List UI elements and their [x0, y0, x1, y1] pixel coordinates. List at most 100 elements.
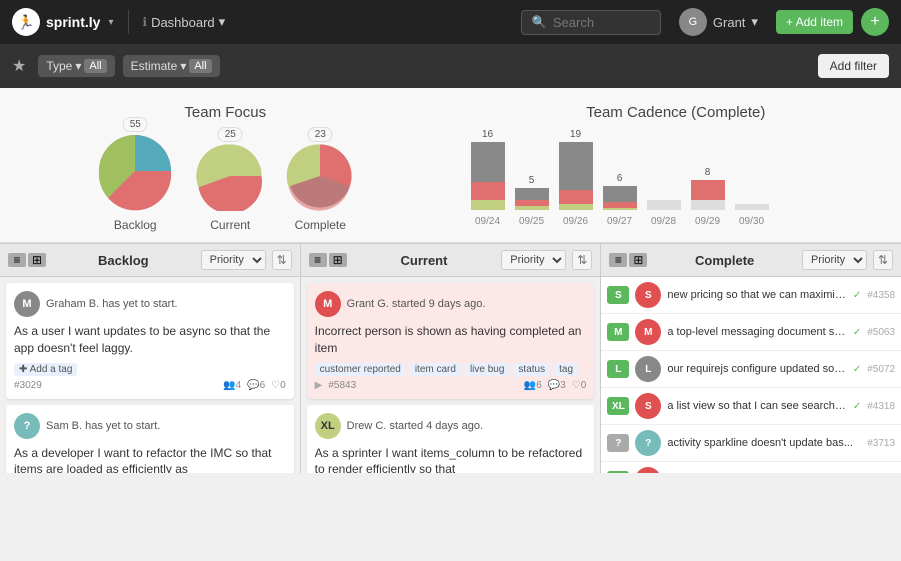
complete-title: Complete	[653, 253, 796, 268]
backlog-body: M Graham B. has yet to start. As a user …	[0, 277, 300, 473]
collaborators: 👥6	[524, 380, 542, 391]
avatar: M	[14, 291, 40, 317]
type-label: Type	[46, 59, 72, 73]
card-body: As a developer I want to refactor the IM…	[14, 445, 286, 473]
team-focus-title: Team Focus	[20, 104, 431, 121]
type-filter[interactable]: Type ▾ All	[38, 55, 114, 77]
card-header: M Graham B. has yet to start.	[14, 291, 286, 317]
filter-bar: ★ Type ▾ All Estimate ▾ All Add filter	[0, 44, 901, 88]
avatar: G	[679, 8, 707, 36]
comments: 💬3	[548, 380, 566, 391]
card-tags: ✚ Add a tag	[14, 363, 286, 376]
complete-column: ≡ ⊞ Complete Priority ⇅ S S new pricing …	[601, 244, 901, 473]
add-item-button[interactable]: + Add item	[776, 10, 853, 34]
user-caret: ▾	[751, 14, 758, 30]
list-item[interactable]: M M a top-level messaging document so...…	[601, 314, 901, 351]
card-id: #3029	[14, 380, 42, 391]
avatar: M	[315, 291, 341, 317]
backlog-column: ≡ ⊞ Backlog Priority ⇅ M Graham B. has y…	[0, 244, 301, 473]
dashboard-label: Dashboard	[151, 15, 215, 30]
table-row[interactable]: ? Sam B. has yet to start. As a develope…	[6, 405, 294, 473]
table-row[interactable]: XL Drew C. started 4 days ago. As a spri…	[307, 405, 595, 473]
list-item[interactable]: S S Review Ian Eure podcast ✓ #5341	[601, 462, 901, 473]
tag[interactable]: item card	[410, 363, 461, 376]
team-focus-chart: Team Focus 55 Backlog 25	[20, 104, 431, 232]
add-filter-button[interactable]: Add filter	[818, 54, 889, 78]
search-input[interactable]	[553, 15, 650, 30]
avatar: ?	[14, 413, 40, 439]
grid-view-icon[interactable]: ⊞	[28, 253, 46, 267]
estimate-label: Estimate	[131, 59, 178, 73]
item-text: a top-level messaging document so...	[667, 326, 846, 338]
backlog-sort-button[interactable]: ⇅	[272, 250, 292, 270]
tag[interactable]: status	[513, 363, 550, 376]
list-item[interactable]: S S new pricing so that we can maximiz..…	[601, 277, 901, 314]
team-cadence-chart: Team Cadence (Complete) 16 09/24 5	[471, 104, 882, 232]
tag[interactable]: tag	[554, 363, 578, 376]
item-text: new pricing so that we can maximiz...	[667, 289, 846, 301]
current-body: M Grant G. started 9 days ago. Incorrect…	[301, 277, 601, 473]
tag[interactable]: ✚ Add a tag	[14, 363, 77, 376]
user-menu[interactable]: G Grant ▾	[679, 8, 758, 36]
card-user: Graham B. has yet to start.	[46, 298, 177, 310]
card-meta: #3029 👥4 💬6 ♡0	[14, 380, 286, 391]
card-header: XL Drew C. started 4 days ago.	[315, 413, 587, 439]
complete-sort-select[interactable]: Priority	[802, 250, 867, 270]
avatar: XL	[315, 413, 341, 439]
view-icons[interactable]: ≡ ⊞	[609, 253, 647, 267]
pie-current-count: 25	[218, 127, 243, 142]
votes: ♡0	[572, 380, 587, 391]
pie-backlog-wrapper: 55	[95, 131, 175, 214]
user-name: Grant	[713, 15, 746, 30]
card-header: ? Sam B. has yet to start.	[14, 413, 286, 439]
backlog-header: ≡ ⊞ Backlog Priority ⇅	[0, 244, 300, 277]
tag[interactable]: customer reported	[315, 363, 406, 376]
card-id: #5843	[328, 380, 356, 391]
votes: ♡0	[271, 380, 286, 391]
search-icon: 🔍	[532, 15, 547, 29]
item-thumb: M	[635, 319, 661, 345]
pie-complete-svg	[285, 141, 355, 211]
dashboard-menu[interactable]: ℹ Dashboard ▾	[143, 14, 226, 30]
table-row[interactable]: M Grant G. started 9 days ago. Incorrect…	[307, 283, 595, 399]
list-view-icon[interactable]: ≡	[8, 253, 26, 267]
list-view-icon[interactable]: ≡	[609, 253, 627, 267]
item-text: a list view so that I can see search r..…	[667, 400, 846, 412]
complete-sort-button[interactable]: ⇅	[873, 250, 893, 270]
current-sort-select[interactable]: Priority	[501, 250, 566, 270]
grid-view-icon[interactable]: ⊞	[329, 253, 347, 267]
backlog-sort-select[interactable]: Priority	[201, 250, 266, 270]
view-icons[interactable]: ≡ ⊞	[309, 253, 347, 267]
list-view-icon[interactable]: ≡	[309, 253, 327, 267]
pie-complete-count: 23	[308, 127, 333, 142]
pie-charts: 55 Backlog 25	[20, 131, 431, 232]
card-actions: 👥6 💬3 ♡0	[524, 380, 587, 391]
add-user-button[interactable]: +	[861, 8, 889, 36]
navbar: 🏃 sprint.ly ▾ ℹ Dashboard ▾ 🔍 G Grant ▾ …	[0, 0, 901, 44]
item-thumb: ?	[635, 430, 661, 456]
logo[interactable]: 🏃 sprint.ly ▾	[12, 8, 114, 36]
table-row[interactable]: M Graham B. has yet to start. As a user …	[6, 283, 294, 399]
item-id: #4318	[867, 401, 895, 412]
collaborators: 👥4	[223, 380, 241, 391]
add-item-label: + Add item	[786, 15, 843, 29]
grid-view-icon[interactable]: ⊞	[629, 253, 647, 267]
star-button[interactable]: ★	[12, 56, 26, 76]
card-body: As a sprinter I want items_column to be …	[315, 445, 587, 473]
estimate-filter[interactable]: Estimate ▾ All	[123, 55, 220, 77]
bar-0926: 19 09/26	[559, 129, 593, 227]
card-user: Drew C. started 4 days ago.	[347, 420, 483, 432]
tag[interactable]: live bug	[465, 363, 509, 376]
size-badge: M	[607, 323, 629, 341]
view-icons[interactable]: ≡ ⊞	[8, 253, 46, 267]
bar-chart: 16 09/24 5 09/25 19	[471, 131, 882, 231]
list-item[interactable]: XL S a list view so that I can see searc…	[601, 388, 901, 425]
list-item[interactable]: ? ? activity sparkline doesn't update ba…	[601, 425, 901, 462]
current-sort-button[interactable]: ⇅	[572, 250, 592, 270]
add-filter-label: Add filter	[830, 59, 877, 73]
item-thumb: S	[635, 282, 661, 308]
bar-0925: 5 09/25	[515, 175, 549, 227]
search-box[interactable]: 🔍	[521, 10, 661, 35]
list-item[interactable]: L L our requirejs configure updated so t…	[601, 351, 901, 388]
bar-0927: 6 09/27	[603, 173, 637, 227]
